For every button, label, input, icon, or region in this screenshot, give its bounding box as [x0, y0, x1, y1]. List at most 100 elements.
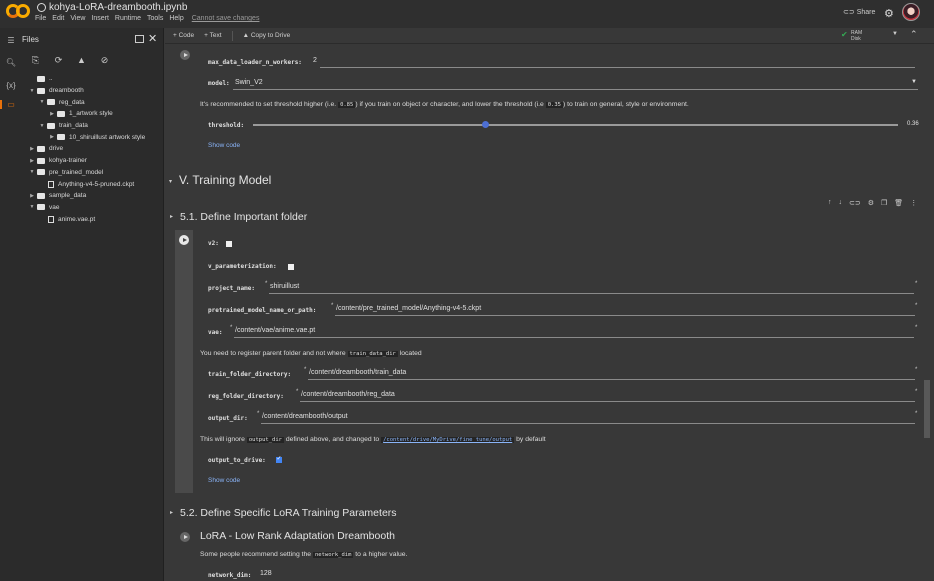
chevron-right-icon[interactable]: ▶ — [48, 134, 56, 140]
move-up-icon[interactable]: ↑ — [828, 199, 832, 207]
menu-edit[interactable]: Edit — [52, 15, 64, 22]
output-to-drive-checkbox[interactable] — [276, 455, 282, 463]
reg-folder-label: reg_folder_directory: — [208, 393, 284, 400]
file-tree-folder[interactable]: .. — [22, 73, 163, 85]
chevron-right-icon[interactable]: ▶ — [28, 158, 36, 164]
chevron-down-icon[interactable]: ▼ — [28, 88, 36, 94]
variables-icon[interactable]: {x} — [4, 81, 18, 90]
close-icon[interactable]: ✕ — [148, 32, 157, 45]
file-tree-folder[interactable]: ▶ drive — [22, 143, 163, 155]
add-text-button[interactable]: + Text — [204, 32, 221, 39]
upload-file-icon[interactable]: ⎘ — [30, 55, 41, 66]
chevron-down-icon[interactable]: ▼ — [28, 169, 36, 175]
model-select[interactable]: Swin_V2 — [235, 79, 263, 86]
search-icon[interactable]: 🔍︎ — [4, 58, 18, 67]
more-icon[interactable]: ⋮ — [910, 199, 917, 207]
v2-checkbox[interactable] — [226, 241, 232, 247]
collapse-section-icon[interactable]: ▾ — [169, 178, 172, 185]
colab-logo[interactable] — [6, 4, 32, 20]
left-rail: ☰ 🔍︎ {x} ▭ — [0, 28, 22, 581]
register-note-part: located — [397, 350, 422, 357]
link-icon[interactable]: ⊂⊃ — [849, 199, 861, 207]
runtime-dropdown-icon[interactable]: ▼ — [892, 31, 898, 37]
mount-drive-icon[interactable]: ▲ — [76, 55, 87, 65]
file-tree-folder[interactable]: ▼ reg_data — [22, 96, 163, 108]
settings-gear-icon[interactable]: ⚙ — [884, 7, 894, 20]
copy-to-drive-button[interactable]: ▲ Copy to Drive — [243, 32, 291, 39]
max-workers-label: max_data_loader_n_workers: — [208, 59, 302, 66]
user-avatar[interactable] — [902, 3, 920, 21]
mirror-cell-icon[interactable]: ❐ — [881, 199, 887, 207]
file-tree-folder[interactable]: ▶ 10_shiruillust artwork style — [22, 131, 163, 143]
menu-help[interactable]: Help — [169, 15, 183, 22]
output-dir-input[interactable]: /content/dreambooth/output — [262, 413, 348, 420]
chevron-down-icon[interactable]: ▼ — [38, 99, 46, 105]
hide-files-icon[interactable]: ⊘ — [99, 55, 110, 66]
file-tree-file[interactable]: anime.vae.pt — [22, 213, 163, 225]
menu-insert[interactable]: Insert — [91, 15, 109, 22]
file-tree-folder[interactable]: ▶ kohya-trainer — [22, 155, 163, 167]
field-marker: * — [915, 389, 918, 395]
file-tree-folder[interactable]: ▼ dreambooth — [22, 85, 163, 97]
vertical-scrollbar[interactable] — [924, 380, 930, 438]
notebook-title[interactable]: kohya-LoRA-dreambooth.ipynb — [37, 2, 187, 13]
chevron-down-icon[interactable]: ▼ — [38, 123, 46, 129]
v-parameterization-checkbox[interactable] — [288, 264, 294, 270]
file-tree-folder[interactable]: ▼ vae — [22, 202, 163, 214]
file-tree-folder[interactable]: ▼ pre_trained_model — [22, 167, 163, 179]
notebook-title-text[interactable]: kohya-LoRA-dreambooth.ipynb — [49, 2, 187, 13]
settings-icon[interactable]: ⚙ — [868, 199, 874, 207]
expand-section-icon[interactable]: ▸ — [170, 213, 173, 220]
chevron-right-icon[interactable]: ▶ — [28, 146, 36, 152]
file-tree-folder[interactable]: ▶ 1_artwork style — [22, 108, 163, 120]
file-tree-label: sample_data — [49, 192, 87, 200]
chevron-right-icon[interactable]: ▶ — [48, 111, 56, 117]
run-cell-button[interactable] — [180, 50, 190, 60]
ignore-note: This will ignore output_dir defined abov… — [200, 436, 546, 443]
open-in-tab-icon[interactable] — [135, 35, 144, 43]
reg-folder-input[interactable]: /content/dreambooth/reg_data — [301, 391, 395, 398]
threshold-slider-knob[interactable] — [482, 121, 490, 128]
drive-output-link[interactable]: /content/drive/MyDrive/fine_tune/output — [381, 437, 515, 443]
collapse-header-icon[interactable]: ⌃ — [910, 29, 918, 40]
threshold-slider[interactable] — [253, 121, 898, 128]
expand-section-icon[interactable]: ▸ — [170, 509, 173, 516]
run-cell-button[interactable] — [180, 532, 190, 542]
move-down-icon[interactable]: ↓ — [839, 199, 843, 207]
network-dim-value[interactable]: 128 — [260, 570, 272, 577]
menu-runtime[interactable]: Runtime — [115, 15, 141, 22]
cell-focus-bar — [175, 230, 193, 493]
show-code-link[interactable]: Show code — [208, 142, 240, 149]
threshold-code-low: 0.35 — [545, 102, 563, 108]
file-tree-folder[interactable]: ▼ train_data — [22, 120, 163, 132]
project-name-input[interactable]: shiruillust — [270, 283, 299, 290]
add-code-button[interactable]: + Code — [173, 32, 194, 39]
refresh-folder-icon[interactable]: ⟳ — [53, 55, 64, 66]
resource-indicator[interactable]: ✔ RAM Disk — [841, 30, 862, 42]
menu-tools[interactable]: Tools — [147, 15, 163, 22]
threshold-note-part: ) to train on general, style or environm… — [562, 101, 689, 108]
show-code-link[interactable]: Show code — [208, 477, 240, 484]
run-cell-button[interactable] — [179, 235, 189, 245]
delete-icon[interactable]: 🗑︎ — [894, 199, 903, 207]
chevron-down-icon[interactable]: ▼ — [28, 204, 36, 210]
pretrained-model-label: pretrained_model_name_or_path: — [208, 307, 317, 314]
save-warning-link[interactable]: Cannot save changes — [192, 15, 260, 22]
menu-hamburger-icon[interactable]: ☰ — [4, 36, 18, 45]
file-tree-folder[interactable]: ▶ sample_data — [22, 190, 163, 202]
train-folder-input[interactable]: /content/dreambooth/train_data — [309, 369, 406, 376]
menu-view[interactable]: View — [70, 15, 85, 22]
chevron-right-icon[interactable]: ▶ — [28, 193, 36, 199]
required-mark: * — [331, 303, 334, 309]
model-dropdown-icon[interactable]: ▼ — [911, 79, 917, 85]
project-name-underline — [269, 293, 914, 294]
folder-icon[interactable]: ▭ — [0, 100, 20, 109]
file-tree-label: dreambooth — [49, 87, 84, 95]
share-button[interactable]: ⊂⊃ Share — [843, 8, 875, 16]
file-tree-file[interactable]: Anything-v4-5-pruned.ckpt — [22, 178, 163, 190]
pretrained-model-input[interactable]: /content/pre_trained_model/Anything-v4-5… — [336, 305, 481, 312]
vae-input[interactable]: /content/vae/anime.vae.pt — [235, 327, 315, 334]
menu-file[interactable]: File — [35, 15, 46, 22]
connected-check-icon: ✔ — [841, 30, 848, 39]
max-workers-value[interactable]: 2 — [313, 57, 317, 64]
